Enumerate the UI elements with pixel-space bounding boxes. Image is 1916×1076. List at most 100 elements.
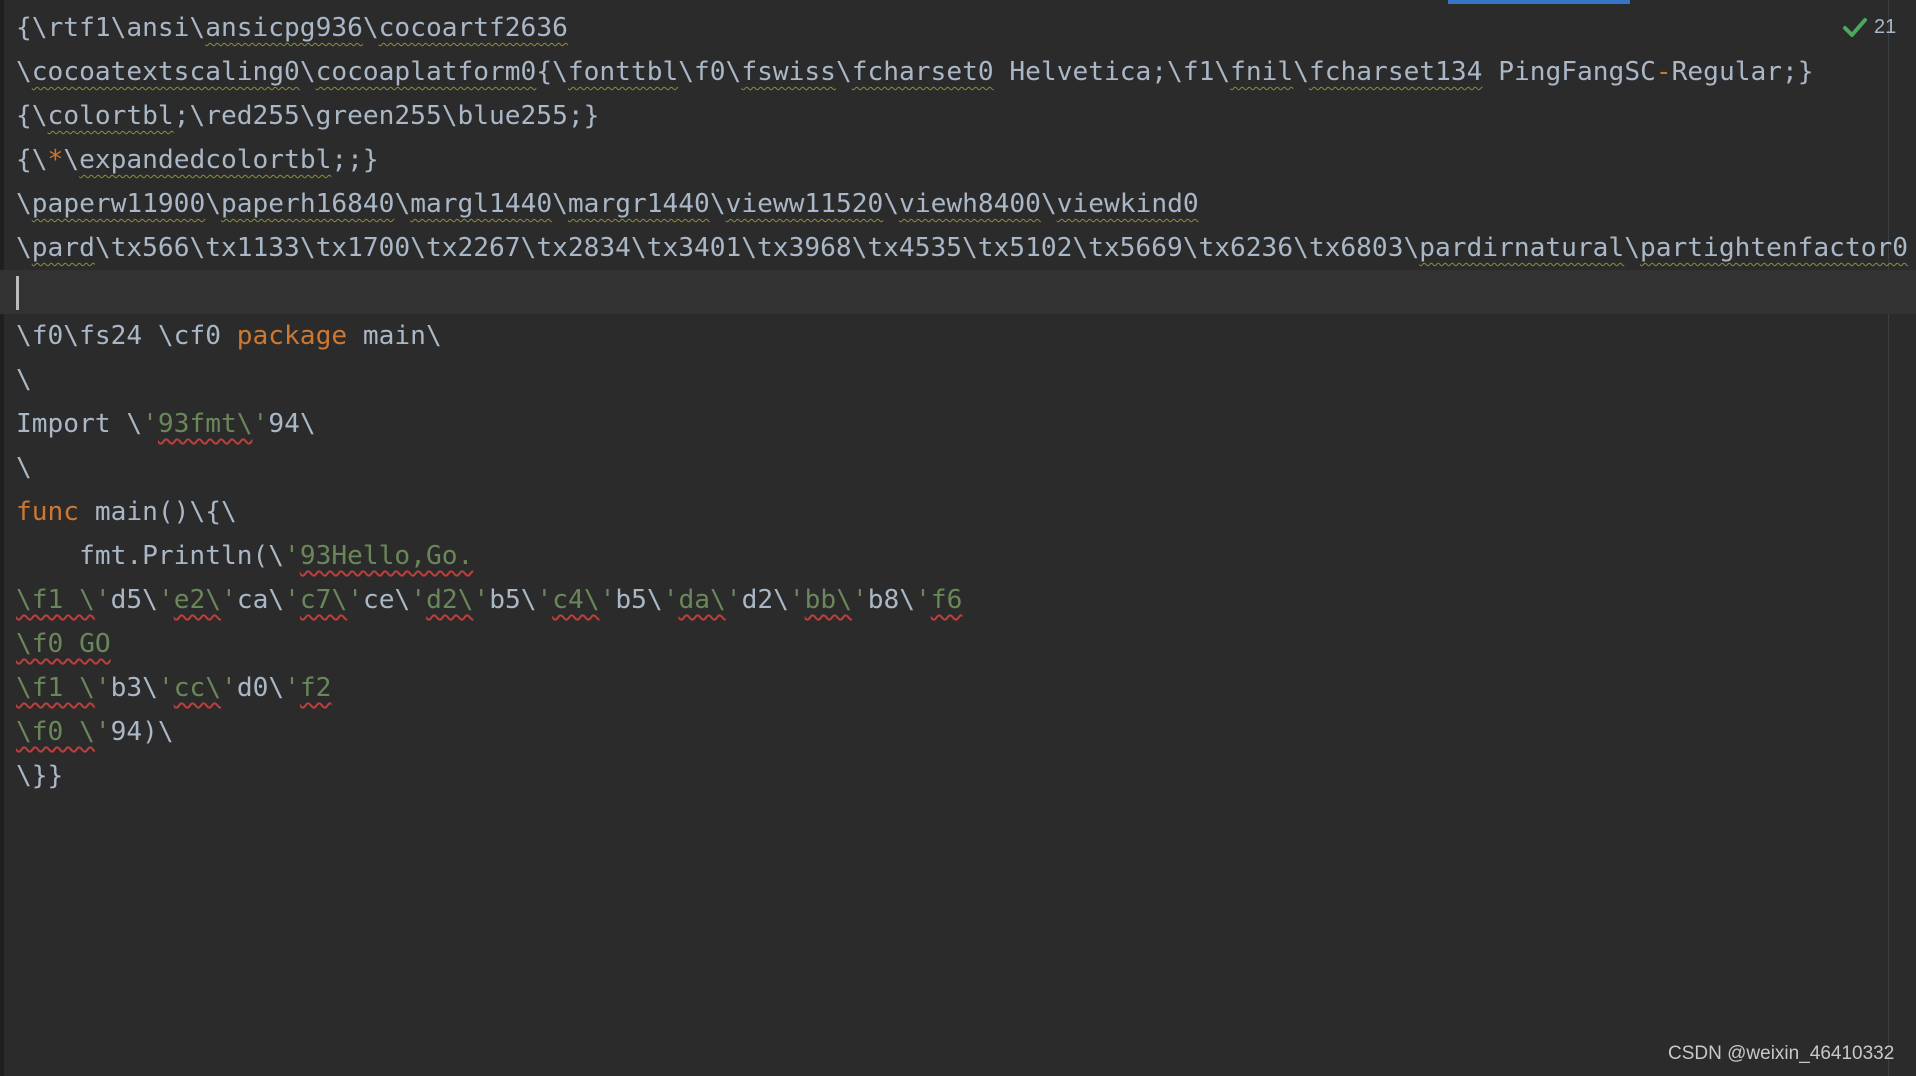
code-token: {\rtf1\ansi\ <box>16 13 206 43</box>
code-token: ce\ <box>363 585 411 615</box>
code-token: ;\red255\green255\blue255;} <box>173 101 600 131</box>
code-line[interactable]: {\colortbl;\red255\green255\blue255;} <box>16 94 1888 138</box>
code-token: fswiss <box>741 57 836 87</box>
code-token: ' <box>347 585 363 615</box>
code-line[interactable]: \f0\fs24 \cf0 package main\ <box>16 314 1888 358</box>
code-token: ' <box>410 585 427 615</box>
text-caret <box>16 275 19 310</box>
code-token: \f1 \ <box>16 673 95 703</box>
code-token: fcharset0 <box>851 57 994 87</box>
code-token: ' <box>157 585 174 615</box>
code-token: Import \ <box>16 409 143 439</box>
code-token: d2\ <box>741 585 789 615</box>
code-token: ' <box>94 673 111 703</box>
code-token: pardirnatural <box>1419 233 1625 263</box>
code-line[interactable]: \pard\tx566\tx1133\tx1700\tx2267\tx2834\… <box>16 226 1908 270</box>
code-token: \ <box>552 189 568 219</box>
code-token: e2\ <box>173 585 222 615</box>
code-token: \ <box>205 189 221 219</box>
code-token: cocoatextscaling0 <box>31 57 300 87</box>
code-token: {\ <box>536 57 568 87</box>
code-line[interactable]: \f0 \'94)\ <box>16 710 1888 754</box>
code-token: \ <box>63 145 80 175</box>
code-token: \f0 GO <box>16 629 111 659</box>
code-token: f6 <box>930 585 963 615</box>
code-token: \ <box>16 57 32 87</box>
code-token: - <box>1655 57 1672 87</box>
scroll-position-indicator[interactable] <box>1448 0 1630 4</box>
code-token: * <box>47 145 64 175</box>
code-token: Helvetica;\f1\ <box>993 57 1231 87</box>
code-token: package <box>236 321 348 351</box>
code-token: 94)\ <box>110 717 174 747</box>
code-line[interactable]: {\*\expandedcolortbl;;} <box>16 138 1888 182</box>
code-token: \ <box>1293 57 1309 87</box>
code-token: c4\ <box>552 585 600 615</box>
code-token: ' <box>725 585 742 615</box>
code-token: b5\ <box>615 585 663 615</box>
code-token: ' <box>221 585 237 615</box>
code-line[interactable]: \f1 \'d5\'e2\'ca\'c7\'ce\'d2\'b5\'c4\'b5… <box>16 578 1888 622</box>
code-token: ' <box>662 585 679 615</box>
code-line[interactable]: \ <box>16 446 1888 490</box>
code-line[interactable]: Import \'93fmt\'94\ <box>16 402 1888 446</box>
code-token: fmt.Println(\ <box>16 541 285 571</box>
code-content[interactable]: {\rtf1\ansi\ansicpg936\cocoartf2636 \coco… <box>0 6 1916 798</box>
code-line[interactable] <box>0 270 1916 314</box>
code-token: ' <box>536 585 553 615</box>
code-token: \ <box>16 233 32 263</box>
code-token: cocoaplatform0 <box>315 57 537 87</box>
code-token: ' <box>915 585 931 615</box>
code-line[interactable]: \cocoatextscaling0\cocoaplatform0{\fontt… <box>16 50 1888 94</box>
code-token: Regular;} <box>1671 57 1814 87</box>
code-token: expandedcolortbl <box>79 145 332 175</box>
editor-left-border <box>0 0 4 1076</box>
code-line[interactable]: \f0 GO <box>16 622 1888 666</box>
code-token: d2\ <box>426 585 474 615</box>
code-line[interactable]: \}} <box>16 754 1888 798</box>
code-token: \f0 \ <box>16 717 95 747</box>
code-token: paperh16840 <box>221 189 395 219</box>
code-token: b8\ <box>867 585 916 615</box>
code-token: fonttbl <box>567 57 679 87</box>
code-token: colortbl <box>47 101 174 131</box>
code-token: main\ <box>347 321 442 351</box>
code-token: \ <box>1040 189 1057 219</box>
code-token: ansicpg936 <box>205 13 363 43</box>
code-token: 94\ <box>268 409 316 439</box>
code-token: {\ <box>16 145 48 175</box>
code-token: \f1 \ <box>16 585 95 615</box>
code-editor[interactable]: 21 {\rtf1\ansi\ansicpg936\cocoartf2636 \c… <box>0 0 1916 1076</box>
code-token: \ <box>16 189 32 219</box>
code-token: f2 <box>299 673 332 703</box>
code-token: ' <box>94 585 111 615</box>
code-token: ' <box>599 585 616 615</box>
code-token: ' <box>252 409 269 439</box>
code-token: c7\ <box>299 585 348 615</box>
code-line[interactable]: fmt.Println(\'93Hello,Go. <box>16 534 1888 578</box>
code-token: \f0\ <box>678 57 742 87</box>
code-token: \ <box>709 189 726 219</box>
code-token: fnil <box>1230 57 1294 87</box>
code-token: cocoartf2636 <box>378 13 568 43</box>
code-line[interactable]: \f1 \'b3\'cc\'d0\'f2 <box>16 666 1888 710</box>
code-token: \ <box>835 57 852 87</box>
code-token: bb\ <box>804 585 852 615</box>
code-token: margr1440 <box>567 189 710 219</box>
code-line[interactable]: \paperw11900\paperh16840\margl1440\margr… <box>16 182 1888 226</box>
code-token: ' <box>284 673 300 703</box>
code-token: ' <box>851 585 868 615</box>
code-line[interactable]: {\rtf1\ansi\ansicpg936\cocoartf2636 <box>16 6 1888 50</box>
code-token: ' <box>142 409 158 439</box>
code-token: ;;} <box>331 145 379 175</box>
code-token: ' <box>473 585 490 615</box>
code-line[interactable]: \ <box>16 358 1888 402</box>
code-token: ' <box>284 541 300 571</box>
code-token: \ <box>883 189 900 219</box>
code-token: ' <box>788 585 805 615</box>
code-token: \f0\fs24 \cf0 <box>16 321 237 351</box>
code-token: fcharset134 <box>1308 57 1483 87</box>
watermark: CSDN @weixin_46410332 <box>1668 1043 1895 1064</box>
code-line[interactable]: func main()\{\ <box>16 490 1888 534</box>
code-token: {\ <box>16 101 48 131</box>
